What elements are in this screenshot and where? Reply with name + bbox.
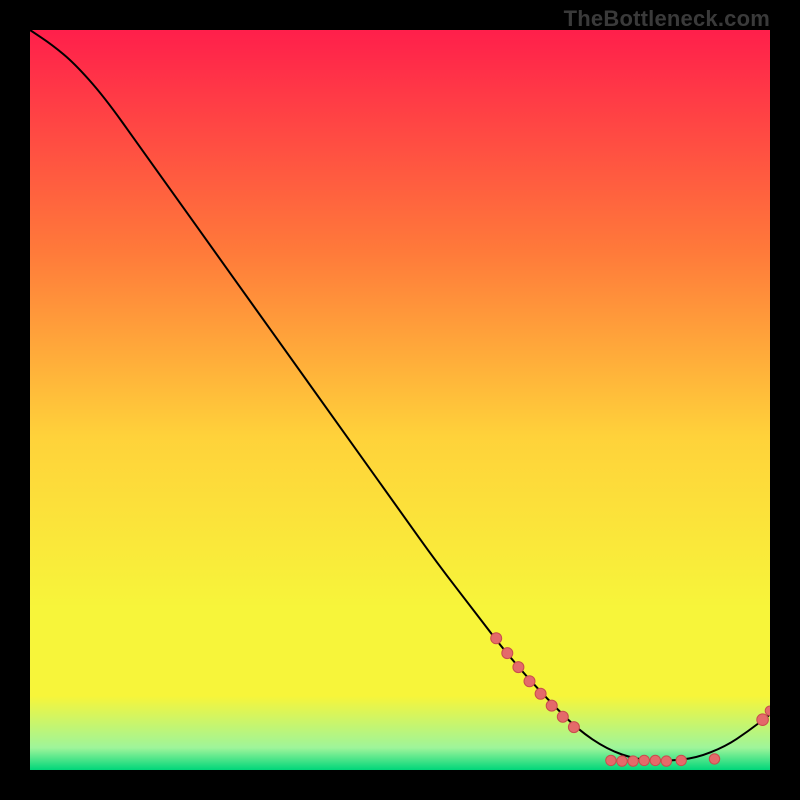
data-dot [765, 706, 770, 716]
gradient-background [30, 30, 770, 770]
data-dot [661, 756, 671, 766]
data-dot [676, 755, 686, 765]
data-dot [606, 755, 616, 765]
data-dot [502, 648, 513, 659]
plot-area [30, 30, 770, 770]
data-dot [639, 755, 649, 765]
data-dot [491, 633, 502, 644]
watermark-text: TheBottleneck.com [564, 6, 770, 32]
data-dot [757, 714, 769, 726]
data-dot [568, 722, 579, 733]
data-dot [628, 756, 638, 766]
chart-stage: TheBottleneck.com [0, 0, 800, 800]
chart-svg [30, 30, 770, 770]
data-dot [557, 711, 568, 722]
data-dot [617, 756, 627, 766]
data-dot [535, 688, 546, 699]
data-dot [546, 700, 557, 711]
data-dot [650, 755, 660, 765]
data-dot [709, 754, 719, 764]
data-dot [524, 676, 535, 687]
data-dot [513, 662, 524, 673]
